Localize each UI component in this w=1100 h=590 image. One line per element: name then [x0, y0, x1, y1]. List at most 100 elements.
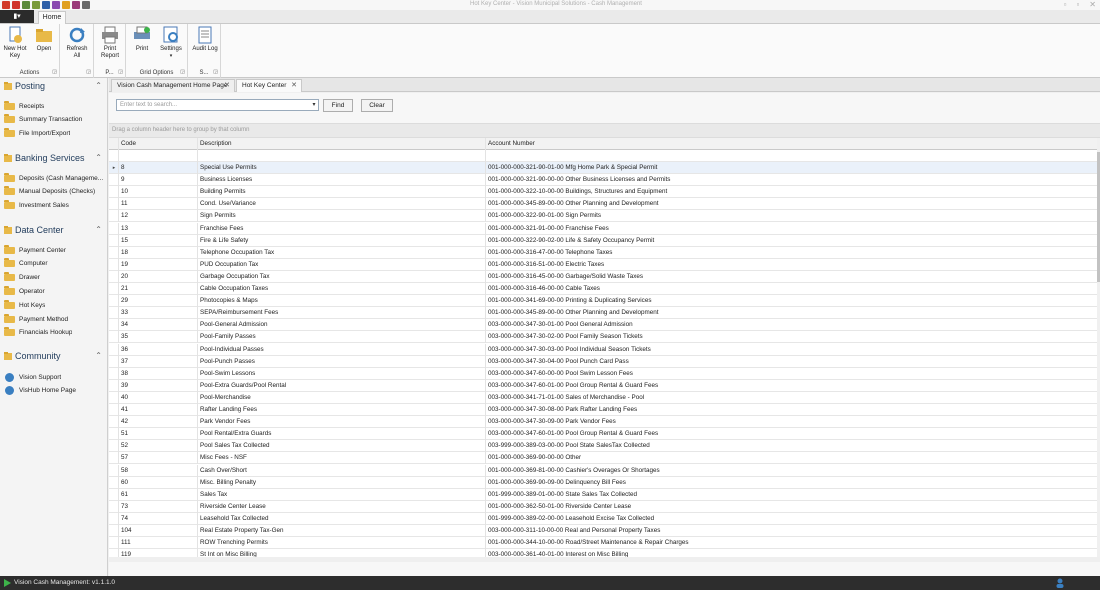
grid-filter-row[interactable]	[109, 150, 1097, 163]
table-row[interactable]: 58 Cash Over/Short 001-000-000-369-81-00-0…	[109, 464, 1097, 477]
table-row[interactable]: 29 Photocopies & Maps 001-000-000-341-69-0…	[109, 295, 1097, 308]
quick-access-icon[interactable]	[42, 1, 50, 9]
table-row[interactable]: 73 Riverside Center Lease 001-000-000-362-…	[109, 500, 1097, 513]
table-row[interactable]: 51 Pool Rental/Extra Guards 003-000-000-34…	[109, 428, 1097, 441]
table-row[interactable]: 57 Misc Fees - NSF 001-000-000-369-90-00-0…	[109, 452, 1097, 465]
filter-cell[interactable]	[197, 150, 485, 162]
table-row[interactable]: ▸ 8 Special Use Permits 001-000-000-321-90-…	[109, 162, 1097, 175]
tab-home[interactable]: Home	[38, 11, 66, 24]
sidebar-item[interactable]: Receipts	[4, 100, 108, 112]
quick-access-icon[interactable]	[2, 1, 10, 9]
quick-access-icon[interactable]	[82, 1, 90, 9]
quick-access-icon[interactable]	[32, 1, 40, 9]
quick-access-icon[interactable]	[72, 1, 80, 9]
horizontal-scrollbar[interactable]	[109, 557, 1100, 562]
sidebar-item[interactable]: Drawer	[4, 272, 108, 284]
dialog-launcher-icon[interactable]: ◲	[118, 69, 123, 75]
quick-access-icon[interactable]	[52, 1, 60, 9]
chevron-up-icon[interactable]: ⌃	[95, 153, 102, 162]
minimize-icon[interactable]: ▫	[1064, 0, 1067, 9]
refresh-all-button[interactable]: Refresh All	[63, 26, 91, 60]
search-input[interactable]: Enter text to search...	[116, 99, 319, 111]
filter-cell[interactable]	[118, 150, 197, 162]
sidebar-item[interactable]: File Import/Export	[4, 128, 108, 140]
chevron-up-icon[interactable]: ⌃	[95, 225, 102, 234]
restore-icon[interactable]: ▫	[1076, 0, 1079, 9]
user-icon[interactable]	[1056, 578, 1064, 588]
find-button[interactable]: Find	[323, 99, 353, 112]
sidebar-item[interactable]: Manual Deposits (Checks)	[4, 186, 108, 198]
sidebar-item[interactable]: Computer	[4, 258, 108, 270]
table-row[interactable]: 18 Telephone Occupation Tax 001-000-000-31…	[109, 246, 1097, 259]
close-icon[interactable]: ✕	[291, 80, 297, 92]
sidebar-item[interactable]: Financials Hookup	[4, 327, 108, 339]
clear-button[interactable]: Clear	[361, 99, 393, 112]
filter-cell[interactable]	[485, 150, 1095, 162]
table-row[interactable]: 34 Pool-General Admission 003-000-000-347-…	[109, 319, 1097, 332]
close-icon[interactable]: ✕	[1089, 0, 1096, 9]
chevron-down-icon[interactable]: ▾	[309, 100, 319, 110]
print-report-button[interactable]: Print Report	[97, 26, 123, 60]
grid-print-button[interactable]: Print	[130, 26, 154, 53]
table-row[interactable]: 37 Pool-Punch Passes 003-000-000-347-30-04…	[109, 355, 1097, 368]
table-row[interactable]: 12 Sign Permits 001-000-000-322-90-01-00 S…	[109, 210, 1097, 223]
column-header[interactable]: Account Number	[485, 138, 1095, 150]
table-row[interactable]: 38 Pool-Swim Lessons 003-000-000-347-60-00…	[109, 367, 1097, 380]
group-by-panel[interactable]: Drag a column header here to group by th…	[109, 123, 1100, 138]
sidebar-item[interactable]: Hot Keys	[4, 299, 108, 311]
audit-log-button[interactable]: Audit Log	[192, 26, 218, 53]
quick-access-icon[interactable]	[12, 1, 20, 9]
table-row[interactable]: 61 Sales Tax 001-999-000-389-01-00-00 Stat…	[109, 488, 1097, 501]
close-icon[interactable]: ✕	[224, 80, 230, 92]
table-row[interactable]: 21 Cable Occupation Taxes 001-000-000-316-…	[109, 283, 1097, 296]
table-row[interactable]: 9 Business Licenses 001-000-000-321-90-00-…	[109, 174, 1097, 187]
table-row[interactable]: 10 Building Permits 001-000-000-322-10-00-…	[109, 186, 1097, 199]
table-row[interactable]: 40 Pool-Merchandise 003-000-000-341-71-01-…	[109, 391, 1097, 404]
table-row[interactable]: 111 ROW Trenching Permits 001-000-000-344-…	[109, 537, 1097, 550]
table-row[interactable]: 15 Fire & Life Safety 001-000-000-322-90-0…	[109, 234, 1097, 247]
sidebar-item[interactable]: Payment Method	[4, 313, 108, 325]
dialog-launcher-icon[interactable]: ◲	[213, 69, 218, 75]
chevron-up-icon[interactable]: ⌃	[95, 81, 102, 90]
sidebar-item[interactable]: Operator	[4, 285, 108, 297]
table-row[interactable]: 13 Franchise Fees 001-000-000-321-91-00-00…	[109, 222, 1097, 235]
app-menu-button[interactable]: ▮▾	[0, 10, 34, 23]
dialog-launcher-icon[interactable]: ◲	[180, 69, 185, 75]
table-row[interactable]: 41 Rafter Landing Fees 003-000-000-347-30-…	[109, 404, 1097, 417]
quick-access-icon[interactable]	[22, 1, 30, 9]
table-row[interactable]: 52 Pool Sales Tax Collected 003-999-000-38…	[109, 440, 1097, 453]
chevron-up-icon[interactable]: ⌃	[95, 351, 102, 360]
table-row[interactable]: 60 Misc. Billing Penalty 001-000-000-369-9…	[109, 476, 1097, 489]
table-row[interactable]: 33 SEPA/Reimbursement Fees 001-000-000-345…	[109, 307, 1097, 320]
sidebar-section-header[interactable]: Community ⌃	[0, 348, 108, 364]
settings-button[interactable]: Settings ▾	[156, 26, 186, 60]
sidebar-item[interactable]: VisHub Home Page	[4, 385, 108, 397]
sidebar-item[interactable]: Summary Transaction	[4, 114, 108, 126]
sidebar-section-header[interactable]: Posting ⌃	[0, 78, 108, 94]
sidebar-item[interactable]: Payment Center	[4, 244, 108, 256]
sidebar-item[interactable]: Deposits (Cash Manageme...	[4, 172, 108, 184]
table-row[interactable]: 74 Leasehold Tax Collected 001-999-000-389…	[109, 512, 1097, 525]
tab-home-page[interactable]: Vision Cash Management Home Page ✕	[111, 79, 235, 92]
table-row[interactable]: 11 Cond. Use/Variance 001-000-000-345-89-0…	[109, 198, 1097, 211]
sidebar-section-header[interactable]: Data Center ⌃	[0, 222, 108, 238]
table-row[interactable]: 104 Real Estate Property Tax-Gen 003-000-0…	[109, 525, 1097, 538]
open-button[interactable]: Open	[31, 26, 57, 53]
sidebar-item[interactable]: Investment Sales	[4, 200, 108, 212]
table-row[interactable]: 35 Pool-Family Passes 003-000-000-347-30-0…	[109, 331, 1097, 344]
dialog-launcher-icon[interactable]: ◲	[52, 69, 57, 75]
table-row[interactable]: 36 Pool-Individual Passes 003-000-000-347-…	[109, 343, 1097, 356]
table-row[interactable]: 19 PUD Occupation Tax 001-000-000-316-51-0…	[109, 258, 1097, 271]
table-row[interactable]: 39 Pool-Extra Guards/Pool Rental 003-000-0…	[109, 379, 1097, 392]
tab-hot-key-center[interactable]: Hot Key Center ✕	[236, 79, 302, 92]
column-header[interactable]: Description	[197, 138, 485, 150]
dialog-launcher-icon[interactable]: ◲	[86, 69, 91, 75]
sidebar-item[interactable]: Vision Support	[4, 371, 108, 383]
quick-access-icon[interactable]	[62, 1, 70, 9]
table-row[interactable]: 42 Park Vendor Fees 003-000-000-347-30-09-…	[109, 416, 1097, 429]
column-header[interactable]: Code	[118, 138, 197, 150]
new-hot-key-button[interactable]: New Hot Key	[3, 26, 27, 60]
sidebar-section-header[interactable]: Banking Services ⌃	[0, 150, 108, 166]
table-row[interactable]: 20 Garbage Occupation Tax 001-000-000-316-…	[109, 270, 1097, 283]
vision-logo-icon	[4, 579, 11, 587]
